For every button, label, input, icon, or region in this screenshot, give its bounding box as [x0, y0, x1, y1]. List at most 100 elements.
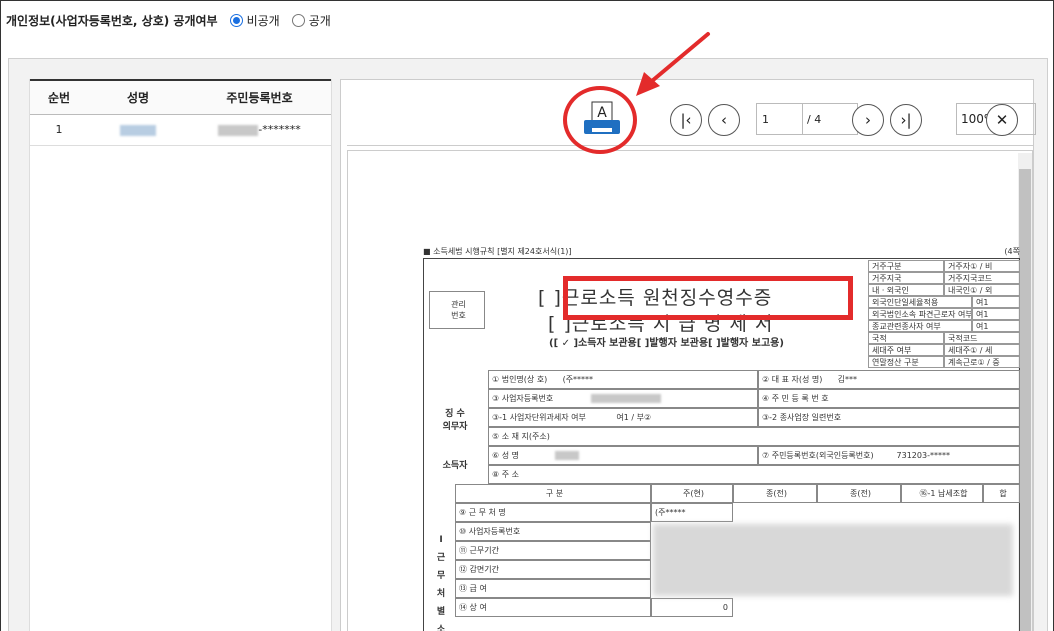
table-header-cell: 합 [983, 484, 1020, 503]
ceo-label: ② 대 표 자(성 명) [762, 375, 823, 384]
chevron-left-icon: ‹ [721, 111, 727, 129]
first-page-icon: |‹ [680, 111, 692, 129]
blurred-earner-name [554, 451, 579, 460]
info-cell: 세대주① / 세 [944, 344, 1020, 356]
form-header-left: ■ 소득세법 시행규칙 [별지 제24호서식(1)] [423, 247, 572, 256]
info-cell: 여1 [972, 320, 1020, 332]
bizno-label: ③ 사업자등록번호 [492, 394, 554, 403]
info-cell: 외국법인소속 파견근로자 여부 [868, 308, 972, 320]
arrow-annotation [636, 32, 710, 96]
row-name [88, 114, 188, 146]
unit-tax-cell: ③-1 사업자단위과세자 여부 여1 / 부② [488, 408, 758, 427]
info-cell: 세대주 여부 [868, 344, 944, 356]
radio-public-dot[interactable] [291, 13, 305, 27]
vertical-scrollbar[interactable] [1018, 153, 1032, 631]
last-page-icon: ›| [900, 111, 912, 129]
company-label: ① 법인명(상 호) [492, 375, 548, 384]
info-cell: 거주구분 [868, 260, 944, 272]
radio-public-label: 공개 [308, 13, 331, 28]
blurred-rrn [218, 124, 259, 136]
privacy-setting-bar: 개인정보(사업자등록번호, 상호) 공개여부 비공개 공개 [6, 10, 331, 30]
section-side-label: Ⅰ 근 무 처 별 소 [436, 535, 446, 631]
table-header-cell: 주(현) [651, 484, 733, 503]
copy-types: ([ ✓ ]소득자 보관용[ ]발행자 보관용[ ]발행자 보고용) [549, 338, 784, 349]
info-cell: 종교관련종사자 여부 [868, 320, 972, 332]
address-cell: ⑤ 소 재 지(주소) [488, 427, 1020, 446]
first-page-button[interactable]: |‹ [670, 104, 702, 136]
rrn-cell: ④ 주 민 등 록 번 호 [758, 389, 1020, 408]
employee-list: 순번 성명 주민등록번호 1 -******* [29, 79, 332, 631]
row-rrn: -******* [188, 114, 331, 146]
radio-private-label: 비공개 [246, 13, 280, 28]
last-page-button[interactable]: ›| [890, 104, 922, 136]
branch-cell: ③-2 종사업장 일련번호 [758, 408, 1020, 427]
ceo-cell: ② 대 표 자(성 명) 김*** [758, 370, 1020, 389]
mgmt-no-cell: 관리 번호 [429, 291, 485, 329]
unit-tax-label: ③-1 사업자단위과세자 여부 [492, 413, 586, 422]
withholder-label: 징 수 의무자 [442, 409, 468, 432]
radio-public[interactable]: 공개 [291, 12, 331, 29]
earner-name-label: ⑥ 성 명 [492, 451, 519, 460]
page-navigator: 1 / 4 [756, 103, 858, 135]
company-cell: ① 법인명(상 호) (주***** [488, 370, 758, 389]
rrn-suffix: -******* [258, 123, 301, 136]
earner-rrn-cell: ⑦ 주민등록번호(외국인등록번호) 731203-***** [758, 446, 1020, 465]
bizno-cell: ③ 사업자등록번호 [488, 389, 758, 408]
table-row-label: ⑪ 근무기간 [455, 541, 651, 560]
radio-private-dot[interactable] [229, 13, 243, 27]
table-row-label: ⑬ 급 여 [455, 579, 651, 598]
right-info-grid: 거주구분 거주자① / 비 거주지국 거주지국코드 내ㆍ외국인 내국인① / 외 외국… [868, 260, 1020, 368]
table-row-label: ⑭ 상 여 [455, 598, 651, 617]
col-name: 성명 [88, 79, 188, 115]
current-page-input[interactable]: 1 [757, 104, 803, 134]
info-cell: 외국인단일세율적용 [868, 296, 972, 308]
earner-label: 소득자 [442, 461, 468, 471]
table-row-label: ⑫ 감면기간 [455, 560, 651, 579]
unit-tax-value: 여1 / 부② [616, 413, 652, 422]
earner-rrn-label: ⑦ 주민등록번호(외국인등록번호) [762, 451, 874, 460]
info-cell: 연말정산 구분 [868, 356, 944, 368]
chevron-right-icon: › [865, 111, 871, 129]
row-no: 1 [30, 114, 88, 146]
highlight-title-box [563, 276, 853, 320]
info-cell: 거주지국코드 [944, 272, 1020, 284]
blurred-name [120, 124, 156, 136]
printer-icon-letter: A [597, 105, 607, 121]
scrollbar-thumb[interactable] [1019, 169, 1031, 631]
report-viewer: |‹ ‹ 1 / 4 › ›| 100% ✕ ■ 소득세법 시행규칙 [별지 제… [340, 79, 1036, 631]
employee-table: 순번 성명 주민등록번호 1 -******* [30, 79, 331, 146]
earner-rrn-value: 731203-***** [896, 451, 950, 460]
print-button[interactable]: A [582, 100, 622, 140]
table-header-cell: 구 분 [455, 484, 651, 503]
info-cell: 거주자① / 비 [944, 260, 1020, 272]
close-button[interactable]: ✕ [986, 104, 1018, 136]
bonus-value: 0 [651, 598, 733, 617]
info-cell: 국적 [868, 332, 944, 344]
info-cell: 여1 [972, 308, 1020, 320]
blurred-bizno [591, 394, 662, 403]
ceo-value: 김*** [837, 375, 858, 384]
workplace-value: (주***** [651, 503, 733, 522]
radio-private[interactable]: 비공개 [229, 12, 280, 29]
earner-name-cell: ⑥ 성 명 [488, 446, 758, 465]
info-cell: 계속근로① / 중 [944, 356, 1020, 368]
info-cell: 국적코드 [944, 332, 1020, 344]
form-header-right: (4쪽 [1004, 247, 1020, 256]
table-header-cell: 종(전) [817, 484, 901, 503]
prev-page-button[interactable]: ‹ [708, 104, 740, 136]
info-cell: 내ㆍ외국인 [868, 284, 944, 296]
info-cell: 여1 [972, 296, 1020, 308]
info-cell: 내국인① / 외 [944, 284, 1020, 296]
col-no: 순번 [30, 79, 88, 115]
privacy-label: 개인정보(사업자등록번호, 상호) 공개여부 [6, 13, 218, 28]
info-cell: 거주지국 [868, 272, 944, 284]
close-icon: ✕ [995, 111, 1009, 129]
total-pages: / 4 [807, 112, 822, 126]
table-row[interactable]: 1 -******* [30, 114, 331, 146]
next-page-button[interactable]: › [852, 104, 884, 136]
table-row-label: ⑩ 사업자등록번호 [455, 522, 651, 541]
table-header-cell: 종(전) [733, 484, 817, 503]
earner-addr-cell: ⑧ 주 소 [488, 465, 1020, 484]
company-value: (주***** [562, 375, 594, 384]
col-rrn: 주민등록번호 [188, 79, 331, 115]
